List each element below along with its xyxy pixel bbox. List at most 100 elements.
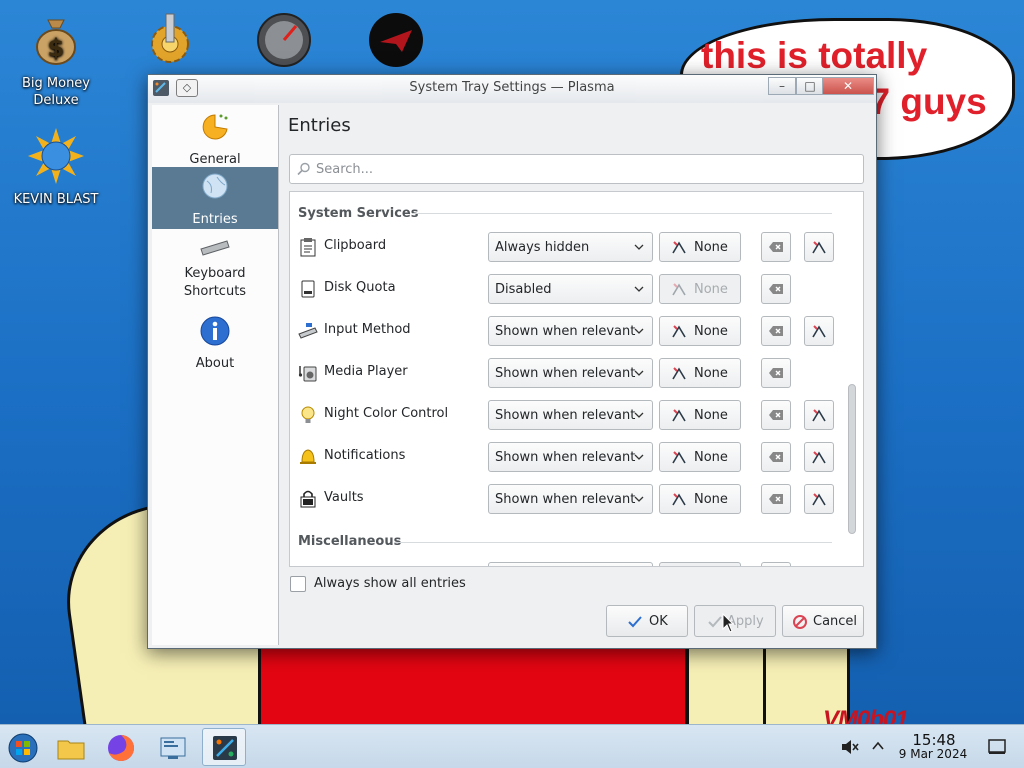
shortcut-label: None: [694, 492, 728, 507]
maximize-button[interactable]: □: [796, 77, 824, 95]
shortcut-button[interactable]: None: [659, 484, 741, 514]
shortcut-button[interactable]: None: [659, 442, 741, 472]
list-scrollbar[interactable]: [848, 384, 856, 534]
visibility-dropdown[interactable]: Shown when relevant: [488, 400, 653, 430]
clear-shortcut-button[interactable]: [761, 316, 791, 346]
keyboard-shortcut-icon: [672, 493, 686, 506]
settings-sidebar: General Entries Keyboard Shortcuts About: [152, 105, 279, 645]
entry-name: Notifications: [324, 448, 406, 463]
clear-shortcut-button[interactable]: [761, 442, 791, 472]
vm-signature: VM0b01: [823, 706, 909, 724]
start-orb-icon: [8, 733, 38, 763]
clock-date[interactable]: 9 Mar 2024: [890, 747, 976, 761]
close-button[interactable]: ✕: [822, 77, 874, 95]
shortcut-button[interactable]: None: [659, 232, 741, 262]
bell-icon: [300, 449, 316, 464]
system-settings-icon: [160, 737, 186, 759]
search-input[interactable]: [316, 159, 856, 179]
visibility-dropdown[interactable]: Disabled: [488, 274, 653, 304]
keyboard-shortcut-icon: [672, 283, 686, 296]
system-tray-settings-window: ◇ System Tray Settings — Plasma – □ ✕ Ge…: [147, 74, 877, 649]
visibility-value: Always hidden: [495, 240, 590, 255]
visibility-dropdown-partial[interactable]: [488, 562, 653, 566]
shortcut-button[interactable]: None: [659, 358, 741, 388]
entry-row-input-method: Input Method Shown when relevant None: [290, 314, 850, 348]
configure-entry-button[interactable]: [804, 484, 834, 514]
system-settings-launcher[interactable]: [150, 728, 194, 766]
configure-entry-button[interactable]: [804, 400, 834, 430]
file-manager-launcher[interactable]: [48, 728, 92, 766]
shortcut-button[interactable]: None: [659, 400, 741, 430]
disk-quota-icon: [301, 280, 315, 298]
entries-page: Entries System Services Clipboard Always…: [281, 105, 873, 645]
clear-shortcut-button[interactable]: [761, 484, 791, 514]
visibility-dropdown[interactable]: Always hidden: [488, 232, 653, 262]
backspace-icon: [769, 368, 783, 378]
visibility-value: Shown when relevant: [495, 492, 636, 507]
desktop-icon-label: Big Money Deluxe: [21, 76, 90, 108]
clipboard-icon: [300, 238, 316, 257]
desktop-icon-kevin-pc[interactable]: [236, 12, 332, 75]
minimize-button[interactable]: –: [768, 77, 796, 95]
backspace-icon: [769, 326, 783, 336]
shortcut-label: None: [694, 240, 728, 255]
shortcut-label: None: [694, 450, 728, 465]
shortcut-button-partial[interactable]: [659, 562, 741, 566]
cancel-icon: [793, 615, 807, 629]
entry-row-media-player: Media Player Shown when relevant None: [290, 356, 850, 390]
backspace-icon: [769, 242, 783, 252]
configure-entry-button[interactable]: [804, 316, 834, 346]
media-player-icon: [298, 366, 317, 382]
show-desktop-icon[interactable]: [988, 739, 1006, 755]
plasma-settings-task[interactable]: [202, 728, 246, 766]
visibility-dropdown[interactable]: Shown when relevant: [488, 316, 653, 346]
clear-shortcut-button[interactable]: [761, 274, 791, 304]
sidebar-item-entries[interactable]: Entries: [152, 167, 278, 229]
clear-shortcut-button[interactable]: [761, 358, 791, 388]
entries-list[interactable]: System Services Clipboard Always hidden …: [289, 191, 864, 567]
chevron-up-icon[interactable]: [871, 740, 885, 752]
bubble-line-1: this is totally: [701, 35, 928, 76]
sidebar-item-about[interactable]: About: [152, 311, 278, 373]
start-button[interactable]: [0, 728, 44, 766]
check-icon: [708, 616, 722, 628]
desktop-icon-paper-blast[interactable]: [348, 12, 444, 75]
clear-shortcut-button[interactable]: [761, 232, 791, 262]
keyboard-shortcut-icon: [672, 367, 686, 380]
mouse-cursor: [722, 613, 734, 633]
cancel-button[interactable]: Cancel: [782, 605, 864, 637]
sidebar-item-keyboard-shortcuts[interactable]: Keyboard Shortcuts: [152, 229, 278, 299]
shortcut-button[interactable]: None: [659, 316, 741, 346]
chevron-down-icon: [634, 454, 644, 460]
vault-lock-icon: [300, 490, 316, 508]
configure-entry-button[interactable]: [804, 442, 834, 472]
keyboard-shortcut-icon: [672, 451, 686, 464]
desktop-icon-kevin-blast[interactable]: KEVIN BLAST: [8, 128, 104, 208]
configure-icon: [812, 451, 826, 464]
entry-name: Media Player: [324, 364, 408, 379]
window-titlebar[interactable]: ◇ System Tray Settings — Plasma – □ ✕: [148, 75, 876, 103]
clear-shortcut-button[interactable]: [761, 400, 791, 430]
ok-button[interactable]: OK: [606, 605, 688, 637]
visibility-value: Disabled: [495, 282, 552, 297]
visibility-dropdown[interactable]: Shown when relevant: [488, 358, 653, 388]
desktop-icon-big-money[interactable]: $ Big Money Deluxe: [8, 12, 104, 109]
speaker-muted-icon[interactable]: [840, 737, 860, 757]
sidebar-item-general[interactable]: General: [152, 107, 278, 169]
firefox-launcher[interactable]: [98, 728, 142, 766]
section-title-miscellaneous: Miscellaneous: [298, 534, 402, 549]
desktop-icon-gear-app[interactable]: [122, 12, 218, 75]
apply-button[interactable]: Apply: [694, 605, 776, 637]
visibility-dropdown[interactable]: Shown when relevant: [488, 442, 653, 472]
configure-icon: [812, 241, 826, 254]
shortcut-button[interactable]: None: [659, 274, 741, 304]
visibility-dropdown[interactable]: Shown when relevant: [488, 484, 653, 514]
entry-row-clipboard: Clipboard Always hidden None: [290, 230, 850, 264]
clear-shortcut-button-partial[interactable]: [761, 562, 791, 566]
configure-icon: [812, 409, 826, 422]
backspace-icon: [769, 410, 783, 420]
visibility-value: Shown when relevant: [495, 408, 636, 423]
search-box[interactable]: [289, 154, 864, 184]
checkbox-box[interactable]: [290, 576, 306, 592]
configure-entry-button[interactable]: [804, 232, 834, 262]
